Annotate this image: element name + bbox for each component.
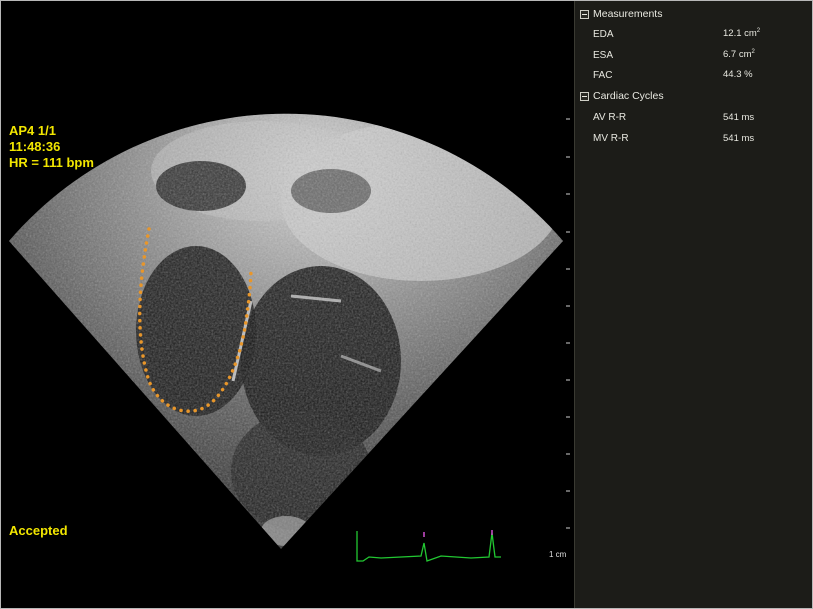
depth-scale [566,118,570,529]
measurement-row-fac: FAC 44.3 % [593,67,803,83]
measurements-section-header[interactable]: Measurements [580,7,662,21]
measurement-value: 12.1 cm2 [723,28,761,40]
cardiac-cycles-section-header[interactable]: Cardiac Cycles [580,89,664,103]
image-pane: AP4 1/1 11:48:36 HR = 111 bpm Accepted 1 [1,1,573,608]
measurement-row-eda: EDA 12.1 cm2 [593,26,803,42]
measurements-panel: Measurements EDA 12.1 cm2 ESA 6.7 cm2 FA… [574,1,812,608]
status-label: Accepted [9,523,68,538]
cycle-value: 541 ms [723,111,755,123]
measurement-value: 44.3 % [723,69,753,81]
cycle-value: 541 ms [723,132,755,144]
view-label: AP4 1/1 [9,123,56,138]
cardiac-row-mv-rr: MV R-R 541 ms [593,130,803,146]
measurement-label: EDA [593,28,614,40]
measurements-title: Measurements [593,8,663,20]
heart-rate: HR = 111 bpm [9,155,94,170]
measurement-label: ESA [593,49,614,61]
ecg-trace [356,530,501,562]
measurement-label: FAC [593,69,613,81]
measurement-row-esa: ESA 6.7 cm2 [593,47,803,63]
cycle-label: MV R-R [593,132,629,144]
cycle-label: AV R-R [593,111,627,123]
timestamp: 11:48:36 [9,139,61,154]
scale-label: 1 cm [549,550,567,559]
collapse-icon[interactable] [580,9,589,19]
measurement-value: 6.7 cm2 [723,49,755,61]
ultrasound-frame: AP4 1/1 11:48:36 HR = 111 bpm Accepted 1 [0,0,813,609]
cardiac-cycles-title: Cardiac Cycles [593,90,664,102]
cardiac-row-av-rr: AV R-R 541 ms [593,109,803,125]
collapse-icon[interactable] [580,91,589,101]
image-info-overlay: AP4 1/1 11:48:36 HR = 111 bpm [9,123,94,171]
echo-sector-image [9,113,563,562]
